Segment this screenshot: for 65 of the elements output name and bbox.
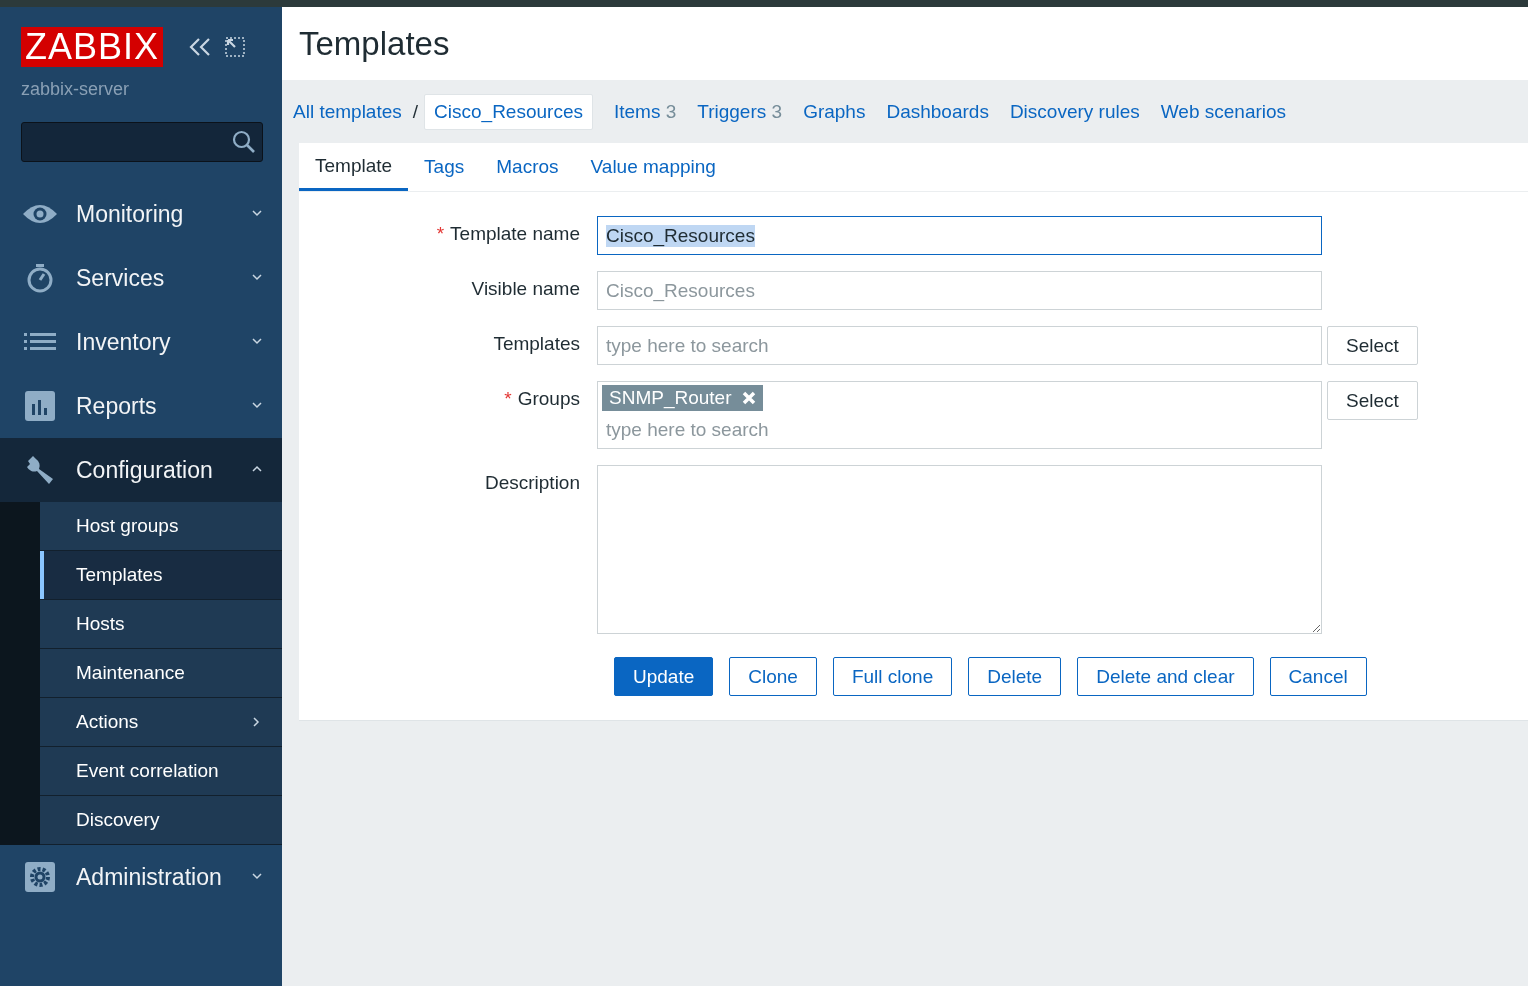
tab[interactable]: Template <box>299 143 409 191</box>
close-icon[interactable] <box>741 391 756 405</box>
submenu-item[interactable]: Hosts <box>40 600 282 649</box>
nav-link[interactable]: Dashboards <box>886 100 989 123</box>
page-title: Templates <box>299 24 450 63</box>
select-button[interactable]: Select <box>1327 326 1418 365</box>
action-button[interactable]: Cancel <box>1269 657 1367 696</box>
nav-link[interactable]: Triggers 3 <box>697 100 783 123</box>
logo[interactable]: ZABBIX <box>21 27 164 67</box>
field-label: Description <box>483 471 581 494</box>
tab[interactable]: Macros <box>480 143 575 191</box>
multiselect-field[interactable]: type here to search <box>597 326 1322 365</box>
chevron-down-icon <box>252 209 262 219</box>
tab[interactable]: Tags <box>408 143 481 191</box>
nav-link[interactable]: Graphs <box>803 100 866 123</box>
menu-item[interactable]: Administration <box>0 845 282 909</box>
list-icon <box>24 333 56 351</box>
field-label: Templates <box>492 332 581 355</box>
submenu-item[interactable]: Host groups <box>40 502 282 551</box>
eye-icon <box>22 202 58 226</box>
field-label: * Template name <box>435 222 581 245</box>
search-field[interactable] <box>21 122 263 162</box>
submenu-item[interactable]: Actions <box>40 698 282 747</box>
menu-item[interactable]: Inventory <box>0 310 282 374</box>
menu-item[interactable]: Reports <box>0 374 282 438</box>
menu-item[interactable]: Configuration <box>0 438 282 502</box>
tab[interactable]: Value mapping <box>574 143 732 191</box>
nav-link[interactable]: Discovery rules <box>1009 100 1140 123</box>
group-tag[interactable]: SNMP_Router <box>602 385 763 411</box>
description-field[interactable] <box>597 465 1322 634</box>
bar-chart-icon <box>25 391 55 421</box>
action-button[interactable]: Clone <box>729 657 817 696</box>
select-button[interactable]: Select <box>1327 381 1418 420</box>
menu-item[interactable]: Monitoring <box>0 182 282 246</box>
stopwatch-icon <box>26 263 54 293</box>
action-button[interactable]: Update <box>614 657 714 696</box>
wrench-icon <box>25 455 55 485</box>
field-label: Visible name <box>470 277 581 300</box>
chevron-down-icon <box>252 273 262 283</box>
submenu-item[interactable]: Maintenance <box>40 649 282 698</box>
breadcrumb-link[interactable]: Cisco_Resources <box>424 93 593 130</box>
nav-link[interactable]: Items 3 <box>613 100 677 123</box>
submenu-item[interactable]: Templates <box>40 551 282 600</box>
action-button[interactable]: Delete <box>968 657 1062 696</box>
text-field[interactable]: Cisco_Resources <box>597 271 1322 310</box>
multiselect-field[interactable]: SNMP_Router type here to search <box>597 381 1322 449</box>
field-label: * Groups <box>503 387 581 410</box>
chevron-down-icon <box>252 872 262 882</box>
search-icon[interactable] <box>232 130 256 154</box>
nav-link[interactable]: Web scenarios <box>1160 100 1287 123</box>
text-field[interactable]: Cisco_Resources <box>597 216 1322 255</box>
chevron-down-icon <box>252 401 262 411</box>
submenu-item[interactable]: Discovery <box>40 796 282 845</box>
submenu-item[interactable]: Event correlation <box>40 747 282 796</box>
breadcrumb-link[interactable]: All templates <box>293 94 402 129</box>
chevron-right-icon <box>252 717 262 727</box>
kiosk-mode-icon[interactable] <box>225 37 246 57</box>
collapse-icon[interactable] <box>189 37 212 57</box>
breadcrumb-separator: / <box>412 100 419 123</box>
server-name: zabbix-server <box>20 78 131 100</box>
action-button[interactable]: Full clone <box>832 657 953 696</box>
action-button[interactable]: Delete and clear <box>1077 657 1254 696</box>
menu-item[interactable]: Services <box>0 246 282 310</box>
chevron-down-icon <box>252 337 262 347</box>
gear-icon <box>25 862 55 892</box>
